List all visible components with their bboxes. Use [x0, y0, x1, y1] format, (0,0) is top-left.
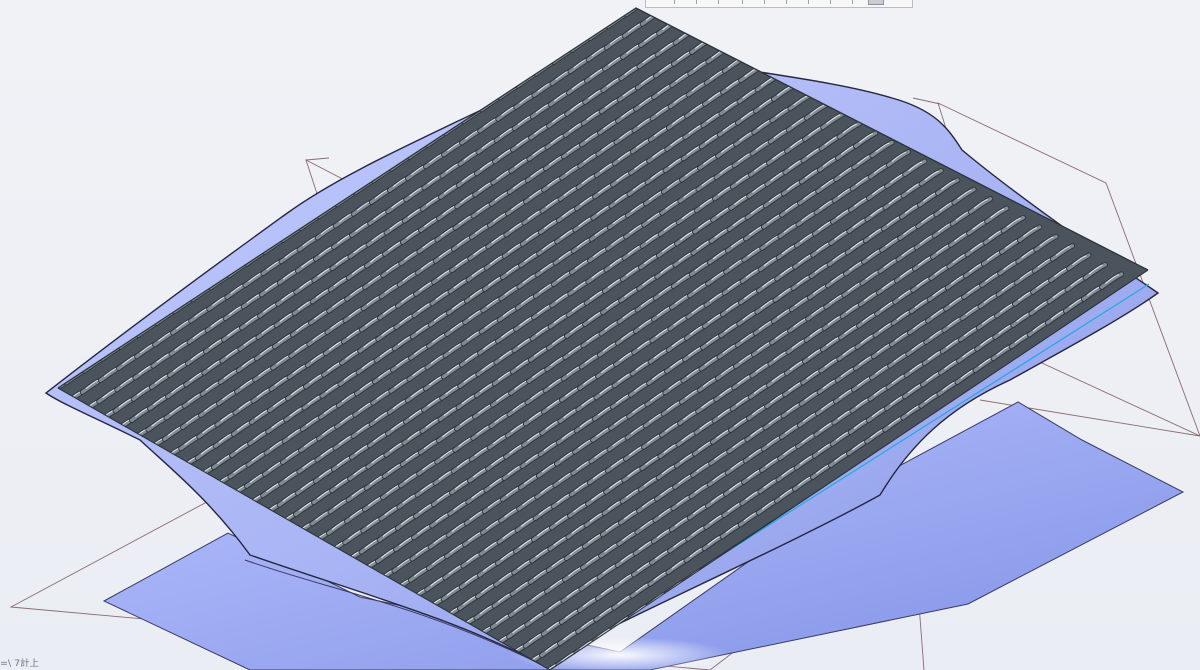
model-scene[interactable] [0, 0, 1200, 670]
toolbar-item-8[interactable] [820, 0, 831, 4]
toolbar-item-7[interactable] [798, 0, 809, 4]
toolbar-item-3[interactable] [708, 0, 719, 4]
toolbar-item-1[interactable] [664, 0, 675, 4]
toolbar-item-6[interactable] [776, 0, 787, 4]
graphics-viewport[interactable]: =\ 7計上 [0, 0, 1200, 670]
view-toolbar[interactable] [645, 0, 913, 8]
toolbar-item-9[interactable] [842, 0, 853, 4]
toolbar-item-2[interactable] [686, 0, 697, 4]
status-label: =\ 7計上 [0, 659, 40, 669]
toolbar-item-4[interactable] [732, 0, 743, 4]
toolbar-dropdown[interactable] [868, 0, 884, 5]
toolbar-item-5[interactable] [754, 0, 765, 4]
